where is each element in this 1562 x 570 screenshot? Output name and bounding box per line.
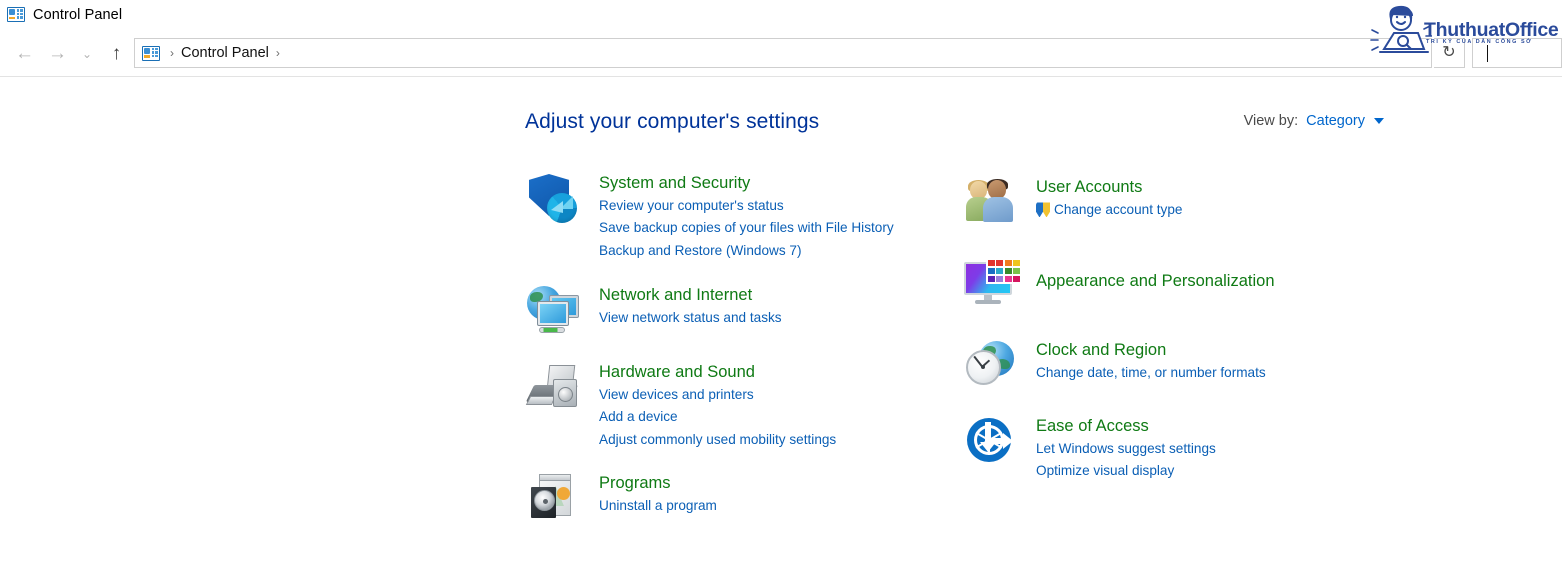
category-title[interactable]: User Accounts — [1036, 177, 1392, 199]
text-caret — [1487, 45, 1488, 62]
window-title-bar: Control Panel — [0, 0, 1562, 30]
category-title[interactable]: Ease of Access — [1036, 416, 1392, 438]
monitor-swatches-icon[interactable] — [962, 257, 1024, 313]
shield-pie-icon[interactable] — [525, 172, 587, 228]
category-ease-of-access[interactable]: Ease of Access Let Windows suggest setti… — [962, 415, 1392, 483]
category-programs[interactable]: Programs Uninstall a program — [525, 472, 945, 528]
color-swatch — [1013, 268, 1020, 274]
chevron-down-icon[interactable] — [1374, 118, 1384, 124]
address-bar-control-panel-icon — [142, 46, 160, 61]
color-swatch — [996, 276, 1003, 282]
accessibility-icon[interactable] — [962, 415, 1024, 471]
users-icon[interactable] — [962, 176, 1024, 232]
category-title[interactable]: Network and Internet — [599, 285, 945, 307]
category-title[interactable]: Appearance and Personalization — [1036, 271, 1392, 293]
refresh-button[interactable]: ↻ — [1434, 38, 1465, 68]
globe-monitors-icon[interactable] — [525, 284, 587, 340]
category-link[interactable]: Add a device — [599, 406, 945, 428]
view-by-label: View by: — [1244, 113, 1299, 129]
category-title[interactable]: Hardware and Sound — [599, 362, 945, 384]
color-swatch — [1005, 260, 1012, 266]
breadcrumb-separator-2[interactable]: › — [269, 46, 287, 60]
category-link[interactable]: Optimize visual display — [1036, 460, 1392, 482]
chevron-down-icon[interactable]: ⌄ — [74, 39, 100, 69]
category-link[interactable]: Save backup copies of your files with Fi… — [599, 217, 945, 239]
category-appearance-and-personalization[interactable]: Appearance and Personalization — [962, 257, 1392, 313]
category-link-label: Change account type — [1054, 199, 1182, 221]
category-column-left: System and Security Review your computer… — [525, 172, 945, 528]
color-swatch — [988, 268, 995, 274]
category-link[interactable]: View devices and printers — [599, 384, 945, 406]
window-title: Control Panel — [33, 7, 122, 23]
category-title[interactable]: System and Security — [599, 173, 945, 195]
category-hardware-and-sound[interactable]: Hardware and Sound View devices and prin… — [525, 361, 945, 451]
up-arrow-icon[interactable]: ↑ — [100, 39, 133, 69]
uac-shield-icon — [1036, 202, 1050, 217]
color-swatch — [996, 268, 1003, 274]
color-swatch — [988, 260, 995, 266]
color-swatch — [1013, 276, 1020, 282]
color-swatch — [1005, 276, 1012, 282]
view-by-value[interactable]: Category — [1306, 113, 1365, 129]
color-swatch — [988, 276, 995, 282]
category-column-right: User Accounts Change account type Appear… — [962, 172, 1392, 483]
category-link[interactable]: Review your computer's status — [599, 195, 945, 217]
page-title: Adjust your computer's settings — [525, 110, 819, 134]
category-network-and-internet[interactable]: Network and Internet View network status… — [525, 284, 945, 340]
category-title[interactable]: Clock and Region — [1036, 340, 1392, 362]
address-bar[interactable]: › Control Panel › — [134, 38, 1432, 68]
printer-icon[interactable] — [525, 361, 587, 417]
category-clock-and-region[interactable]: Clock and Region Change date, time, or n… — [962, 339, 1392, 395]
back-arrow-icon[interactable]: ← — [8, 39, 41, 69]
refresh-icon: ↻ — [1442, 45, 1455, 61]
breadcrumb-control-panel[interactable]: Control Panel — [181, 45, 269, 61]
color-swatch-grid — [986, 258, 1022, 284]
control-panel-icon — [7, 7, 25, 23]
category-system-and-security[interactable]: System and Security Review your computer… — [525, 172, 945, 262]
category-user-accounts[interactable]: User Accounts Change account type — [962, 176, 1392, 232]
category-link[interactable]: View network status and tasks — [599, 307, 945, 329]
program-box-cd-icon[interactable] — [525, 472, 587, 528]
content-area: Adjust your computer's settings View by:… — [0, 77, 1562, 570]
color-swatch — [996, 260, 1003, 266]
color-swatch — [1013, 260, 1020, 266]
category-link[interactable]: Let Windows suggest settings — [1036, 438, 1392, 460]
category-link[interactable]: Adjust commonly used mobility settings — [599, 429, 945, 451]
breadcrumb-separator-1: › — [163, 46, 181, 60]
category-link[interactable]: Backup and Restore (Windows 7) — [599, 240, 945, 262]
search-input[interactable] — [1472, 38, 1562, 68]
color-swatch — [1005, 268, 1012, 274]
view-by-control: View by: Category — [1244, 113, 1384, 129]
clock-globe-icon[interactable] — [962, 339, 1024, 395]
category-link-change-account-type[interactable]: Change account type — [1036, 199, 1392, 221]
category-title[interactable]: Programs — [599, 473, 945, 495]
category-link[interactable]: Change date, time, or number formats — [1036, 362, 1392, 384]
forward-arrow-icon[interactable]: → — [41, 39, 74, 69]
category-link[interactable]: Uninstall a program — [599, 495, 945, 517]
